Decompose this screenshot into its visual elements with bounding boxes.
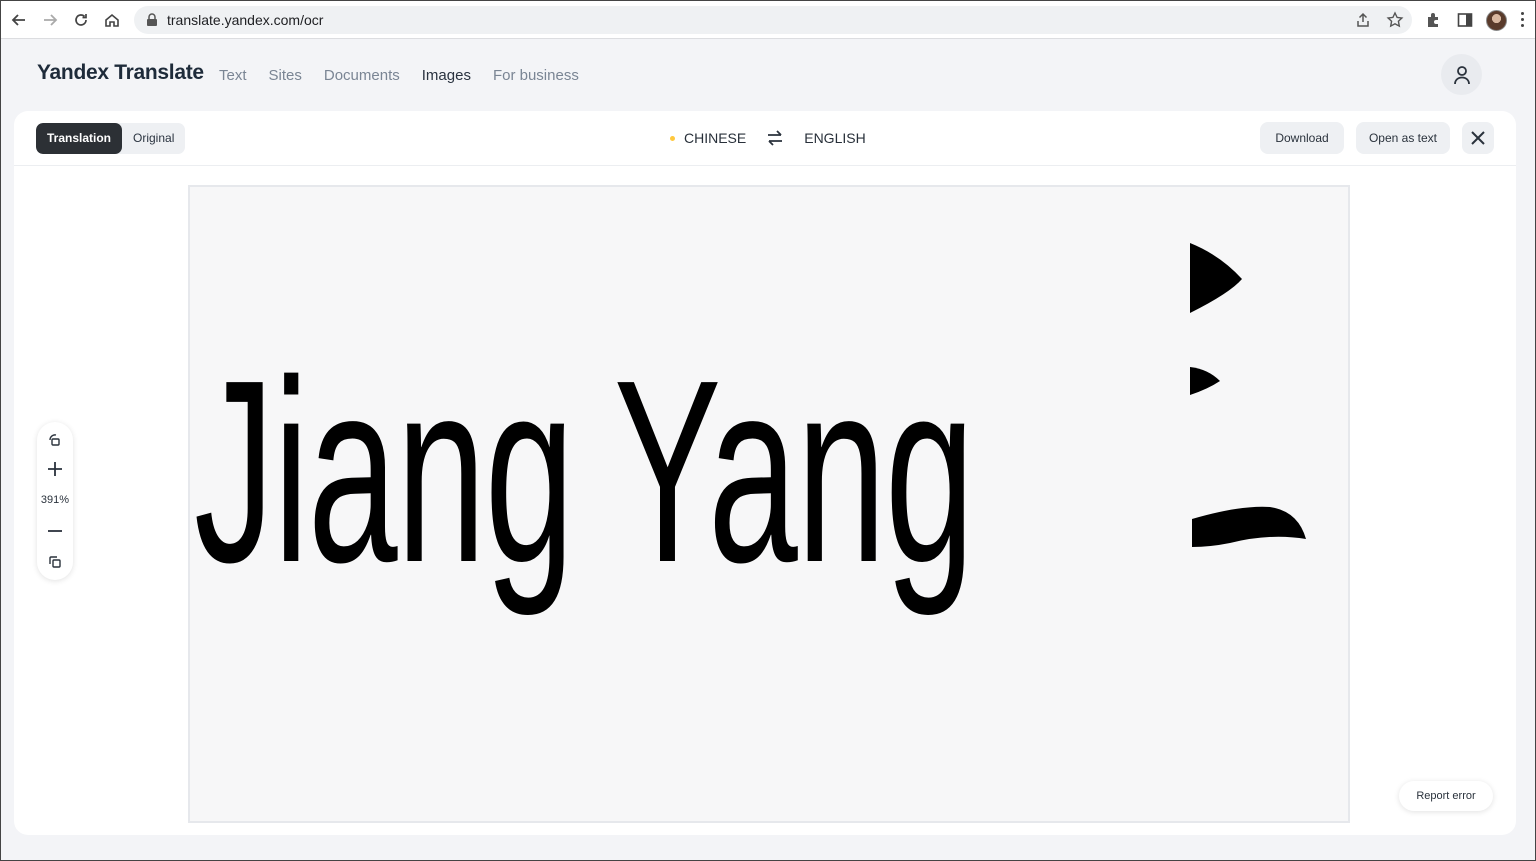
bookmark-star-icon[interactable] <box>1386 11 1404 29</box>
mode-toggle: Translation Original <box>36 123 186 154</box>
source-language[interactable]: CHINESE <box>684 130 746 146</box>
zoom-level: 391% <box>40 494 70 506</box>
zoom-out-icon[interactable] <box>46 522 64 540</box>
swap-languages-icon[interactable] <box>766 129 784 147</box>
address-bar[interactable]: translate.yandex.com/ocr <box>134 6 1412 34</box>
browser-menu-icon[interactable] <box>1521 12 1525 28</box>
profile-avatar[interactable] <box>1486 10 1507 31</box>
lock-icon <box>147 13 157 26</box>
side-panel-icon[interactable] <box>1456 11 1474 29</box>
nav-text[interactable]: Text <box>219 67 247 84</box>
site-logo[interactable]: Yandex Translate <box>37 61 204 85</box>
close-icon <box>1471 131 1485 145</box>
url-text: translate.yandex.com/ocr <box>167 12 324 28</box>
target-language[interactable]: ENGLISH <box>804 130 865 146</box>
back-arrow-icon[interactable] <box>8 9 30 31</box>
original-mode-button[interactable]: Original <box>122 123 185 154</box>
nav-sites[interactable]: Sites <box>269 67 302 84</box>
fit-to-screen-icon[interactable] <box>46 553 64 571</box>
translation-card: Translation Original CHINESE ENGLISH Dow… <box>14 111 1516 835</box>
open-as-text-button[interactable]: Open as text <box>1356 122 1450 154</box>
forward-arrow-icon[interactable] <box>39 9 61 31</box>
language-selector: CHINESE ENGLISH <box>670 129 866 147</box>
download-button[interactable]: Download <box>1260 122 1344 154</box>
translated-image-text: Jiang Yang <box>194 327 975 617</box>
nav-for-business[interactable]: For business <box>493 67 579 84</box>
reload-icon[interactable] <box>70 9 92 31</box>
user-icon <box>1453 65 1470 84</box>
close-button[interactable] <box>1462 122 1494 154</box>
translation-mode-button[interactable]: Translation <box>36 123 123 154</box>
zoom-controls: 391% <box>37 422 73 580</box>
nav-images[interactable]: Images <box>422 67 471 84</box>
image-fragments-graphic <box>1190 243 1306 547</box>
zoom-in-icon[interactable] <box>46 460 64 478</box>
image-viewport[interactable]: Jiang Yang <box>188 185 1350 823</box>
report-error-button[interactable]: Report error <box>1399 781 1493 811</box>
home-icon[interactable] <box>101 9 123 31</box>
site-nav: Text Sites Documents Images For business <box>219 67 601 84</box>
autodetect-dot-icon <box>670 135 675 141</box>
account-button[interactable] <box>1441 54 1482 95</box>
share-icon[interactable] <box>1354 11 1372 29</box>
card-toolbar: Translation Original CHINESE ENGLISH Dow… <box>14 111 1516 166</box>
rotate-icon[interactable] <box>46 431 64 449</box>
nav-documents[interactable]: Documents <box>324 67 400 84</box>
extensions-puzzle-icon[interactable] <box>1425 11 1443 29</box>
browser-toolbar: translate.yandex.com/ocr <box>1 1 1535 39</box>
